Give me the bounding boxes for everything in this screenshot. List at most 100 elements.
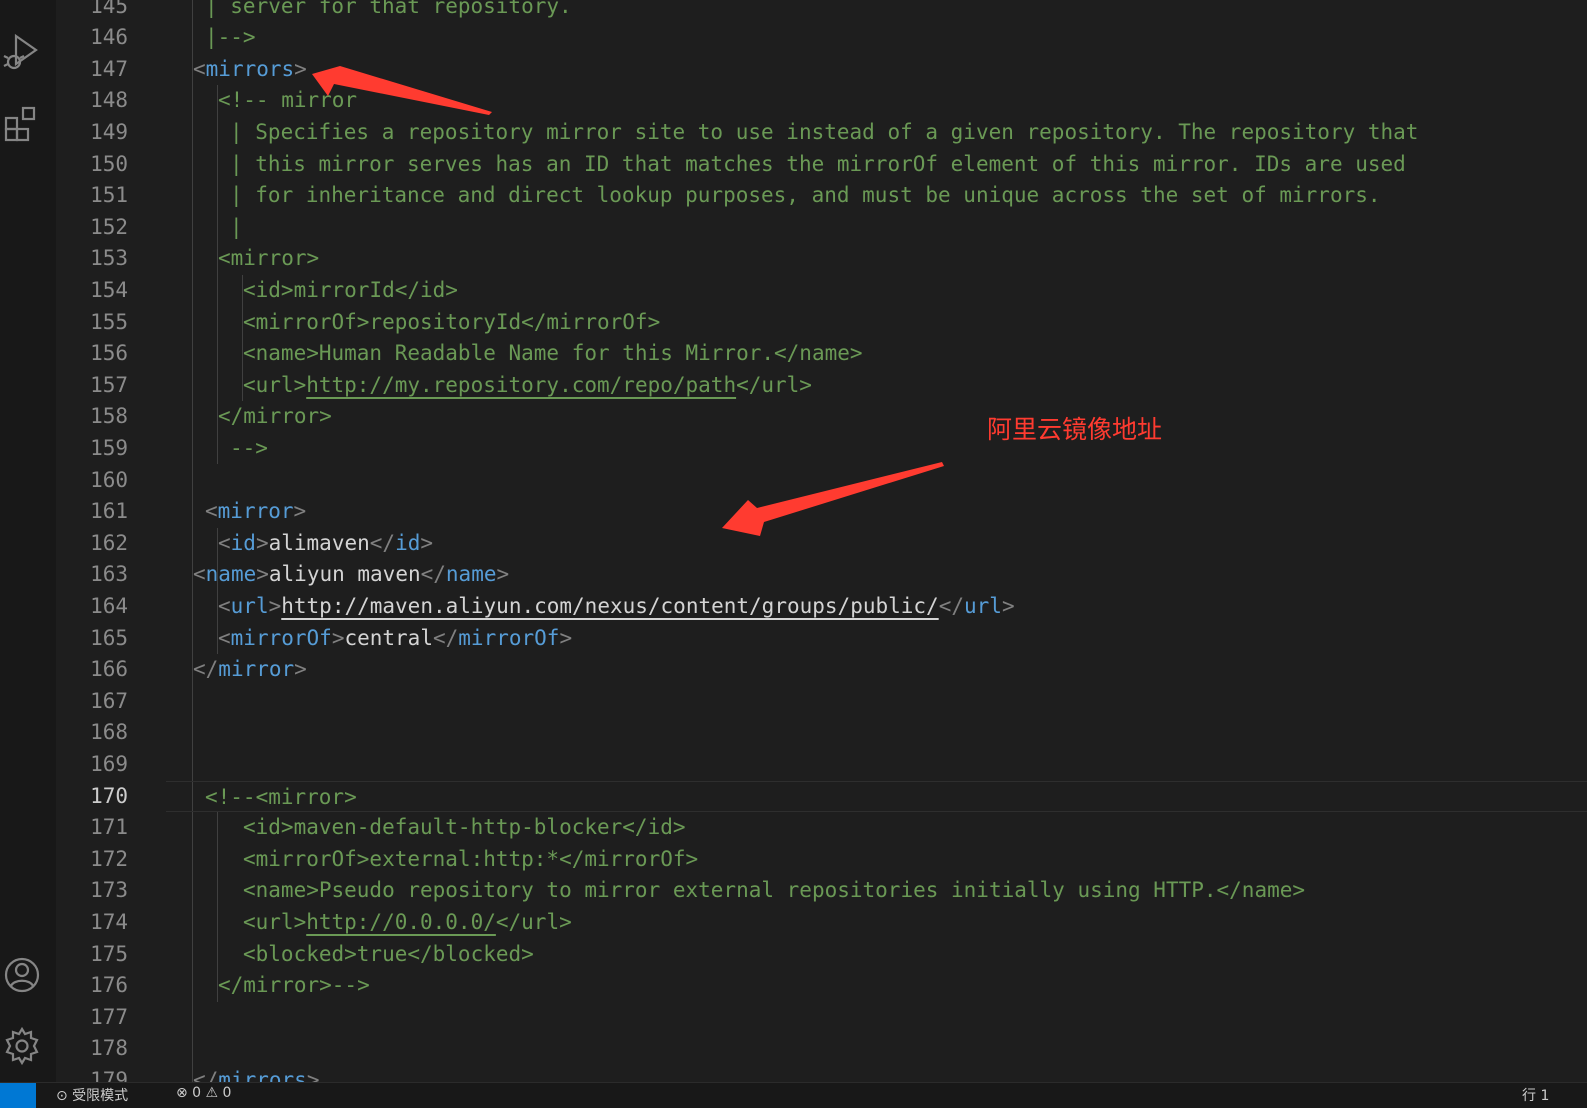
status-problems[interactable]: ⊗ 0 ⚠ 0 <box>176 1085 231 1101</box>
code-line[interactable]: <!-- mirror <box>166 85 1587 117</box>
line-number: 178 <box>90 1036 128 1061</box>
line-number: 176 <box>90 973 128 998</box>
run-debug-icon[interactable] <box>0 30 44 74</box>
line-number: 163 <box>90 562 128 587</box>
code-line[interactable]: |--> <box>166 22 1587 54</box>
code-token: > <box>256 562 269 587</box>
code-line[interactable]: </mirror> <box>166 654 1587 686</box>
code-line[interactable]: <mirror> <box>166 496 1587 528</box>
code-line[interactable]: <mirror> <box>166 243 1587 275</box>
code-token: < <box>193 56 206 81</box>
code-line[interactable]: | <box>166 212 1587 244</box>
code-token: <name>Human Readable Name for this Mirro… <box>243 341 863 366</box>
code-token: mirror <box>218 657 295 682</box>
code-line[interactable]: <mirrorOf>external:http:*</mirrorOf> <box>166 844 1587 876</box>
code-line[interactable]: <!--<mirror> <box>166 780 1587 813</box>
code-line[interactable] <box>166 1002 1587 1034</box>
code-editor[interactable]: | server for that repository. |--> <mirror… <box>166 0 1587 1092</box>
extensions-icon[interactable] <box>0 104 44 144</box>
code-line[interactable]: | this mirror serves has an ID that matc… <box>166 149 1587 181</box>
code-line[interactable]: <mirrorOf>central</mirrorOf> <box>166 623 1587 655</box>
code-line[interactable]: <blocked>true</blocked> <box>166 939 1587 971</box>
code-token: <!-- mirror <box>218 88 358 113</box>
code-token: <url> <box>243 372 307 397</box>
code-token: <!--<mirror> <box>205 784 357 809</box>
code-token: </ <box>369 530 396 555</box>
code-line[interactable] <box>166 749 1587 781</box>
code-token: > <box>1001 593 1015 618</box>
line-number: 148 <box>90 88 128 113</box>
line-number: 169 <box>90 751 128 776</box>
code-line[interactable] <box>166 465 1587 497</box>
code-line[interactable]: | for inheritance and direct lookup purp… <box>166 180 1587 212</box>
code-line[interactable]: <id>alimaven</id> <box>166 528 1587 560</box>
code-line[interactable]: </mirror> <box>166 401 1587 433</box>
code-token: </ <box>432 625 459 650</box>
code-token: | <box>230 214 243 239</box>
code-token: < <box>218 593 231 618</box>
code-token: > <box>559 625 573 650</box>
code-token: | this mirror serves has an ID that matc… <box>230 151 1406 176</box>
line-number: 164 <box>90 593 128 618</box>
code-token: <url> <box>243 909 307 934</box>
code-line[interactable]: <mirrorOf>repositoryId</mirrorOf> <box>166 307 1587 339</box>
code-line[interactable] <box>166 717 1587 749</box>
code-line[interactable]: <name>Human Readable Name for this Mirro… <box>166 338 1587 370</box>
code-line[interactable]: </mirror>--> <box>166 970 1587 1002</box>
line-number: 171 <box>90 815 128 840</box>
code-token: > <box>255 530 269 555</box>
status-restricted-mode[interactable]: ⊙ 受限模式 <box>56 1085 128 1105</box>
code-token: <mirrorOf>repositoryId</mirrorOf> <box>243 309 661 334</box>
code-line[interactable] <box>166 686 1587 718</box>
code-line[interactable]: <id>maven-default-http-blocker</id> <box>166 812 1587 844</box>
code-token: > <box>420 530 434 555</box>
line-number: 150 <box>90 151 128 176</box>
code-line[interactable] <box>166 1033 1587 1065</box>
code-line[interactable]: <url>http://0.0.0.0/</url> <box>166 907 1587 939</box>
code-token: id <box>395 530 421 555</box>
line-number: 177 <box>90 1004 128 1029</box>
activity-bar <box>0 0 57 1092</box>
code-line[interactable]: | server for that repository. <box>166 0 1587 22</box>
line-number: 153 <box>90 246 128 271</box>
code-line[interactable]: | Specifies a repository mirror site to … <box>166 117 1587 149</box>
code-token: < <box>205 499 218 524</box>
line-number: 155 <box>90 309 128 334</box>
line-number: 175 <box>90 941 128 966</box>
line-number: 172 <box>90 846 128 871</box>
code-line[interactable]: <url>http://my.repository.com/repo/path<… <box>166 370 1587 402</box>
account-icon[interactable] <box>0 955 44 995</box>
line-number: 161 <box>90 499 128 524</box>
code-token: | for inheritance and direct lookup purp… <box>230 183 1381 208</box>
code-token: |--> <box>205 25 256 50</box>
code-token: id <box>230 530 256 555</box>
code-token: > <box>294 56 307 81</box>
code-token: url <box>230 593 269 618</box>
code-token: mirrors <box>205 56 295 81</box>
code-line[interactable]: <url > http://maven.aliyun.com/nexus/conte… <box>166 591 1587 623</box>
code-line[interactable]: <name>Pseudo repository to mirror extern… <box>166 875 1587 907</box>
code-line[interactable]: --> <box>166 433 1587 465</box>
code-token: | Specifies a repository mirror site to … <box>230 119 1419 144</box>
line-number: 167 <box>90 688 128 713</box>
status-cursor-position[interactable]: 行 1 <box>1522 1085 1549 1105</box>
line-number: 149 <box>90 119 128 144</box>
settings-gear-icon[interactable] <box>0 1026 44 1066</box>
code-token: http://maven.aliyun.com/nexus/content/gr… <box>281 593 939 618</box>
line-number: 174 <box>90 909 128 934</box>
code-token: <id>mirrorId</id> <box>243 277 458 302</box>
code-token: http://0.0.0.0/ <box>306 909 496 934</box>
line-number: 151 <box>90 183 128 208</box>
line-number: 160 <box>90 467 128 492</box>
line-number: 157 <box>90 372 128 397</box>
line-number: 154 <box>90 277 128 302</box>
code-token: < <box>218 530 231 555</box>
line-number: 152 <box>90 214 128 239</box>
remote-indicator[interactable] <box>0 1083 36 1108</box>
code-line[interactable]: <mirrors> <box>166 54 1587 86</box>
code-token: mirrorOf <box>230 625 332 650</box>
code-line[interactable]: <id>mirrorId</id> <box>166 275 1587 307</box>
code-line[interactable]: <name>aliyun maven</name> <box>166 559 1587 591</box>
code-token: alimaven <box>268 530 370 555</box>
line-number: 168 <box>90 720 128 745</box>
